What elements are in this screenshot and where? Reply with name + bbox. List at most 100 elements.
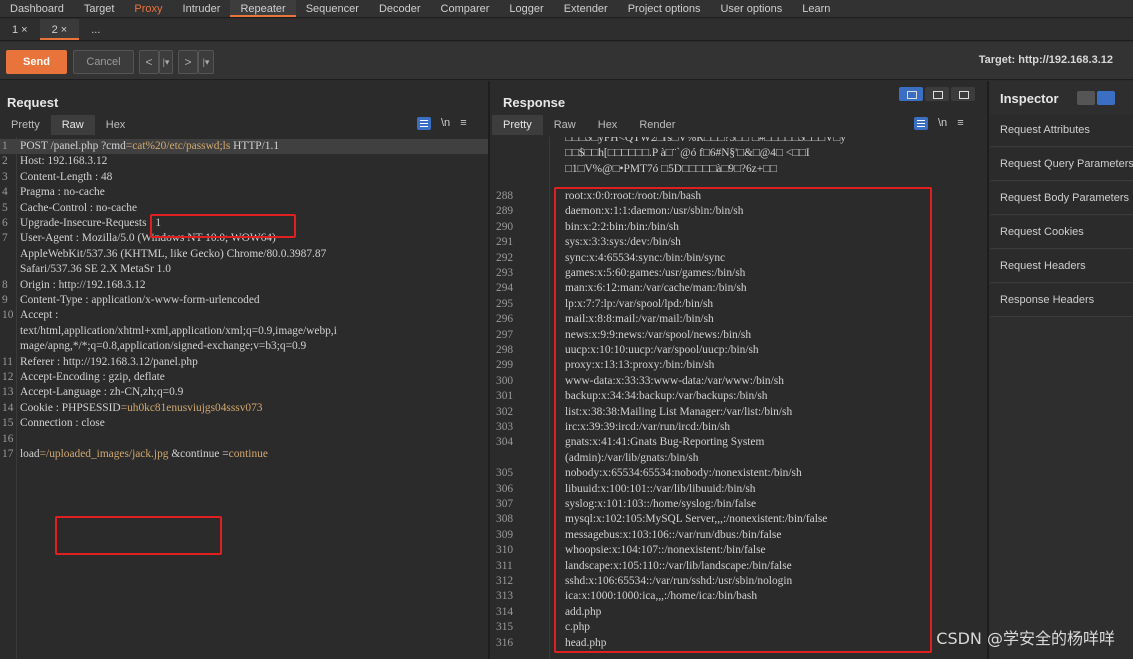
code-line: 3 Content-Length : 48 — [0, 170, 488, 185]
menu-item-project-options[interactable]: Project options — [618, 0, 711, 17]
repeater-tab-2[interactable]: 2 × — [39, 19, 80, 40]
toolbar: Send Cancel < |▾ > |▾ Target: http://192… — [0, 42, 1133, 80]
line-text: mage/apng,*/*;q=0.8,application/signed-e… — [20, 339, 306, 354]
tab-render[interactable]: Render — [628, 115, 686, 135]
prev-dropdown-button[interactable]: |▾ — [159, 50, 173, 74]
code-line: 13 Accept-Language : zh-CN,zh;q=0.9 — [0, 385, 488, 400]
target-label[interactable]: Target: http://192.168.3.12 — [979, 54, 1113, 66]
code-line: Safari/537.36 SE 2.X MetaSr 1.0 — [0, 262, 488, 277]
inspector-section-request-query-parameters[interactable]: Request Query Parameters — [990, 148, 1133, 181]
line-number: 303 — [496, 421, 514, 433]
line-text-main: Referer : http://192.168.3.12/panel.php — [20, 355, 198, 368]
line-text-main: Content-Length : 48 — [20, 170, 113, 183]
inspector-panel: Inspector Request Attributes Request Quer… — [990, 81, 1133, 659]
prev-button[interactable]: < — [139, 50, 159, 74]
menu-item-intruder[interactable]: Intruder — [173, 0, 231, 17]
single-pane-icon[interactable] — [951, 87, 975, 101]
line-number: 307 — [496, 498, 514, 510]
highlight-box-passwd — [554, 187, 932, 653]
line-number: 288 — [496, 190, 514, 202]
line-text-main: Origin : http://192.168.3.12 — [20, 278, 146, 291]
binary-text: □1□V%@□•PMT7ó □5D□□□□□à□9□?6z+□□ — [565, 162, 777, 175]
line-number: 291 — [496, 236, 514, 249]
tab-hex[interactable]: Hex — [587, 115, 629, 135]
line-number: 314 — [496, 605, 514, 618]
inspector-section-request-body-parameters[interactable]: Request Body Parameters — [990, 182, 1133, 215]
menu-item-logger[interactable]: Logger — [499, 0, 553, 17]
line-text-tail: HTTP/1.1 — [230, 140, 280, 152]
menu-item-learn[interactable]: Learn — [792, 0, 840, 17]
line-text-main: AppleWebKit/537.36 (KHTML, like Gecko) C… — [20, 247, 327, 260]
code-line: 10 Accept : — [0, 308, 488, 323]
line-text-main: text/html,application/xhtml+xml,applicat… — [20, 324, 337, 337]
newline-toggle[interactable]: \n — [441, 117, 450, 130]
split-horizontal-icon[interactable] — [899, 87, 923, 101]
line-text: Content-Type : application/x-www-form-ur… — [20, 293, 260, 308]
layout-toggle[interactable] — [899, 87, 975, 101]
menu-icon[interactable]: ≡ — [957, 117, 963, 130]
tab-raw[interactable]: Raw — [543, 115, 587, 135]
send-button[interactable]: Send — [6, 50, 67, 74]
cancel-button[interactable]: Cancel — [73, 50, 134, 74]
line-text-main: POST /panel.php ?cmd — [20, 140, 126, 152]
main-menu-bar: Dashboard Target Proxy Intruder Repeater Sequ… — [0, 0, 1133, 18]
code-line: mage/apng,*/*;q=0.8,application/signed-e… — [0, 339, 488, 354]
line-text: AppleWebKit/537.36 (KHTML, like Gecko) C… — [20, 247, 326, 262]
inspector-section-request-headers[interactable]: Request Headers — [990, 250, 1133, 283]
wrap-lines-icon[interactable] — [417, 117, 431, 130]
line-number: 15 — [2, 417, 14, 430]
line-number: 8 — [2, 278, 8, 291]
menu-item-proxy[interactable]: Proxy — [124, 0, 172, 17]
code-line: 2 Host: 192.168.3.12 — [0, 154, 488, 169]
tab-pretty[interactable]: Pretty — [0, 115, 51, 135]
next-button[interactable]: > — [178, 50, 198, 74]
inspector-view-icon[interactable] — [1077, 91, 1095, 105]
line-number: 1 — [2, 140, 8, 152]
line-text: Cookie : PHPSESSID=uh0kc81enusviujgs04ss… — [20, 401, 263, 416]
line-number: 17 — [2, 448, 14, 460]
code-line: 8 Origin : http://192.168.3.12 — [0, 278, 488, 293]
inspector-section-response-headers[interactable]: Response Headers — [990, 284, 1133, 317]
line-number: 9 — [2, 294, 8, 306]
line-number: 10 — [2, 309, 14, 322]
response-tools: \n ≡ — [914, 117, 964, 130]
inspector-layout-toggle[interactable] — [1077, 91, 1115, 105]
tab-hex[interactable]: Hex — [95, 115, 137, 135]
inspector-section-request-attributes[interactable]: Request Attributes — [990, 114, 1133, 147]
param-value: =uh0kc81enusviujgs04sssv073 — [120, 401, 263, 414]
line-number: 7 — [2, 232, 8, 245]
request-panel: Request Pretty Raw Hex \n ≡ 1 POST /panel.p… — [0, 81, 490, 659]
menu-icon[interactable]: ≡ — [460, 117, 466, 130]
line-text-main: Host: 192.168.3.12 — [20, 155, 108, 168]
binary-line: □1□V%@□•PMT7ó □5D□□□□□à□9□?6z+□□ — [492, 162, 987, 177]
response-panel: Response Pretty Raw Hex Render \n ≡ □□□3□yF… — [492, 81, 989, 659]
split-vertical-icon[interactable] — [925, 87, 949, 101]
menu-item-comparer[interactable]: Comparer — [431, 0, 500, 17]
code-line: 16 — [0, 432, 488, 447]
line-number: 306 — [496, 482, 514, 495]
wrap-lines-icon[interactable] — [914, 117, 928, 130]
menu-item-user-options[interactable]: User options — [710, 0, 792, 17]
repeater-tab-3[interactable]: ... — [79, 19, 112, 40]
menu-item-sequencer[interactable]: Sequencer — [296, 0, 369, 17]
line-number: 294 — [496, 282, 514, 295]
binary-text: □□□3□yFH<QTW2□rs□V%R□□□?5□□ □#□□□□□3□□□V… — [565, 137, 846, 144]
line-text: Safari/537.36 SE 2.X MetaSr 1.0 — [20, 262, 171, 277]
inspector-view-icon-active[interactable] — [1097, 91, 1115, 105]
next-dropdown-button[interactable]: |▾ — [198, 50, 214, 74]
code-line: 12 Accept-Encoding : gzip, deflate — [0, 370, 488, 385]
menu-item-extender[interactable]: Extender — [554, 0, 618, 17]
line-number: 313 — [496, 590, 514, 603]
menu-item-dashboard[interactable]: Dashboard — [0, 0, 74, 17]
line-text-main: Upgrade-Insecure-Requests : 1 — [20, 217, 162, 229]
menu-item-target[interactable]: Target — [74, 0, 125, 17]
tab-pretty[interactable]: Pretty — [492, 115, 543, 135]
inspector-section-request-cookies[interactable]: Request Cookies — [990, 216, 1133, 249]
watermark: CSDN @学安全的杨咩咩 — [936, 629, 1115, 648]
tab-raw[interactable]: Raw — [50, 115, 95, 135]
line-number: 293 — [496, 267, 514, 279]
menu-item-repeater[interactable]: Repeater — [230, 0, 296, 17]
menu-item-decoder[interactable]: Decoder — [369, 0, 431, 17]
repeater-tab-1[interactable]: 1 × — [0, 19, 40, 40]
newline-toggle[interactable]: \n — [938, 117, 947, 130]
